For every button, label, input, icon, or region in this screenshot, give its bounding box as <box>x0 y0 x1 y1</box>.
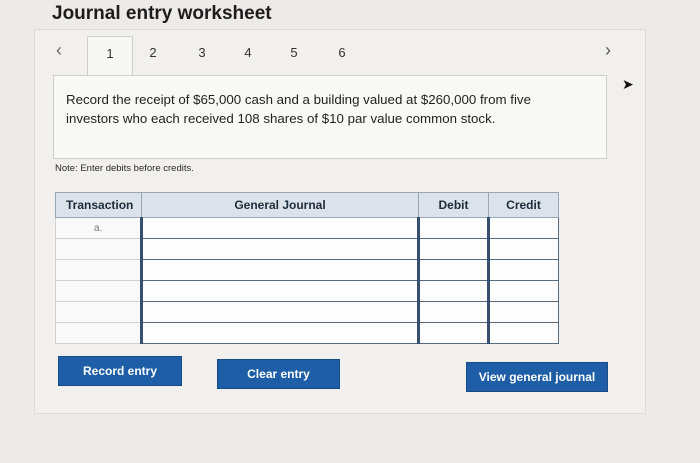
table-row <box>55 322 559 344</box>
table-row <box>55 238 559 260</box>
view-general-journal-button[interactable]: View general journal <box>466 362 608 392</box>
transaction-cell <box>55 238 142 260</box>
transaction-cell: a. <box>55 217 142 239</box>
note-text: Note: Enter debits before credits. <box>55 163 194 174</box>
tab-5[interactable]: 5 <box>272 36 316 74</box>
table-header-row: Transaction General Journal Debit Credit <box>55 192 559 218</box>
credit-input[interactable] <box>487 322 559 344</box>
account-input[interactable] <box>140 280 419 302</box>
table-row: a. <box>55 217 559 239</box>
debit-input[interactable] <box>417 259 489 281</box>
clear-entry-button[interactable]: Clear entry <box>217 359 340 389</box>
transaction-cell <box>55 301 142 323</box>
credit-input[interactable] <box>487 217 559 239</box>
debit-input[interactable] <box>417 217 489 239</box>
question-box: Record the receipt of $65,000 cash and a… <box>53 75 607 159</box>
debit-input[interactable] <box>417 280 489 302</box>
col-general-journal: General Journal <box>141 192 419 218</box>
debit-input[interactable] <box>417 322 489 344</box>
account-input[interactable] <box>140 217 419 239</box>
record-entry-button[interactable]: Record entry <box>58 356 182 386</box>
credit-input[interactable] <box>487 280 559 302</box>
mouse-cursor-icon: ➤ <box>622 76 634 92</box>
col-credit: Credit <box>488 192 559 218</box>
table-row <box>55 259 559 281</box>
journal-table: Transaction General Journal Debit Credit… <box>55 192 559 344</box>
prev-arrow-icon[interactable]: ‹ <box>56 40 62 61</box>
transaction-cell <box>55 322 142 344</box>
debit-input[interactable] <box>417 301 489 323</box>
credit-input[interactable] <box>487 301 559 323</box>
tab-6[interactable]: 6 <box>320 36 364 74</box>
account-input[interactable] <box>140 259 419 281</box>
tab-4[interactable]: 4 <box>226 36 270 74</box>
next-arrow-icon[interactable]: › <box>605 40 611 61</box>
tab-1[interactable]: 1 <box>87 36 133 77</box>
tab-3[interactable]: 3 <box>180 36 224 74</box>
credit-input[interactable] <box>487 238 559 260</box>
col-transaction: Transaction <box>55 192 142 218</box>
page-title: Journal entry worksheet <box>52 3 272 24</box>
debit-input[interactable] <box>417 238 489 260</box>
account-input[interactable] <box>140 322 419 344</box>
account-input[interactable] <box>140 238 419 260</box>
col-debit: Debit <box>418 192 489 218</box>
question-text: Record the receipt of $65,000 cash and a… <box>66 92 531 126</box>
table-row <box>55 280 559 302</box>
transaction-cell <box>55 280 142 302</box>
tab-2[interactable]: 2 <box>131 36 175 74</box>
transaction-cell <box>55 259 142 281</box>
table-row <box>55 301 559 323</box>
credit-input[interactable] <box>487 259 559 281</box>
account-input[interactable] <box>140 301 419 323</box>
journal-entry-worksheet: Journal entry worksheet ‹ › 1 2 3 4 5 6 … <box>0 0 700 463</box>
